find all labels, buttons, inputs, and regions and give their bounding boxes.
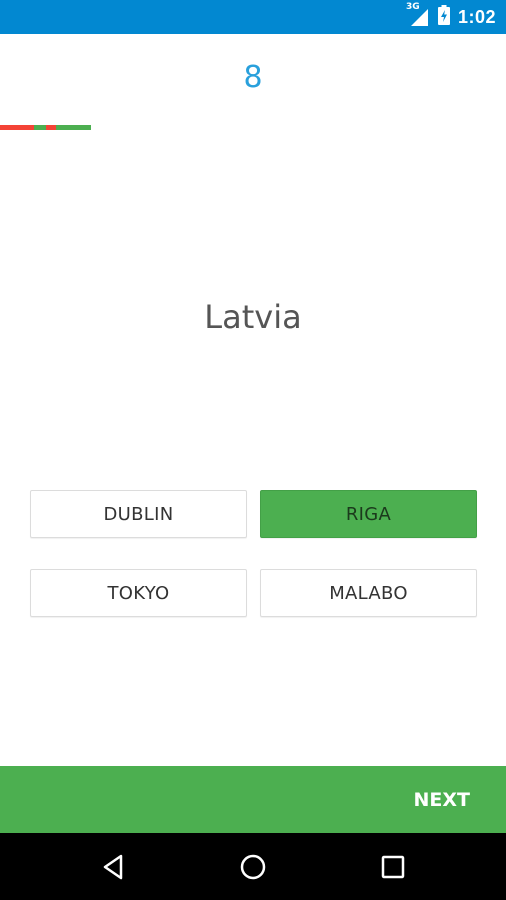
network-type-label: 3G (405, 2, 420, 12)
status-bar: 3G 1:02 (0, 0, 506, 34)
score-counter: 8 (243, 60, 263, 95)
next-bar: NEXT (0, 766, 506, 833)
next-button[interactable]: NEXT (414, 766, 471, 833)
answer-history-bar (0, 125, 91, 130)
status-icons: 3G 1:02 (406, 0, 496, 34)
answer-button-malabo[interactable]: MALABO (260, 569, 477, 617)
battery-charging-icon (437, 4, 450, 30)
clock: 1:02 (457, 6, 496, 27)
history-segment-correct (34, 125, 46, 130)
history-segment-correct (56, 125, 91, 130)
signal-icon: 3G (406, 2, 430, 28)
answer-button-tokyo[interactable]: TOKYO (30, 569, 247, 617)
history-segment-wrong (46, 125, 56, 130)
navigation-bar (0, 833, 506, 900)
answer-button-riga[interactable]: RIGA (260, 490, 477, 538)
history-segment-wrong (0, 125, 34, 130)
recents-icon[interactable] (363, 833, 423, 900)
quiz-screen: 3G 1:02 8 Latvia DUBLIN RIGA TOKYO MALAB… (0, 0, 506, 900)
answer-button-dublin[interactable]: DUBLIN (30, 490, 247, 538)
country-name: Latvia (204, 298, 302, 336)
home-icon[interactable] (223, 833, 283, 900)
back-icon[interactable] (83, 833, 143, 900)
